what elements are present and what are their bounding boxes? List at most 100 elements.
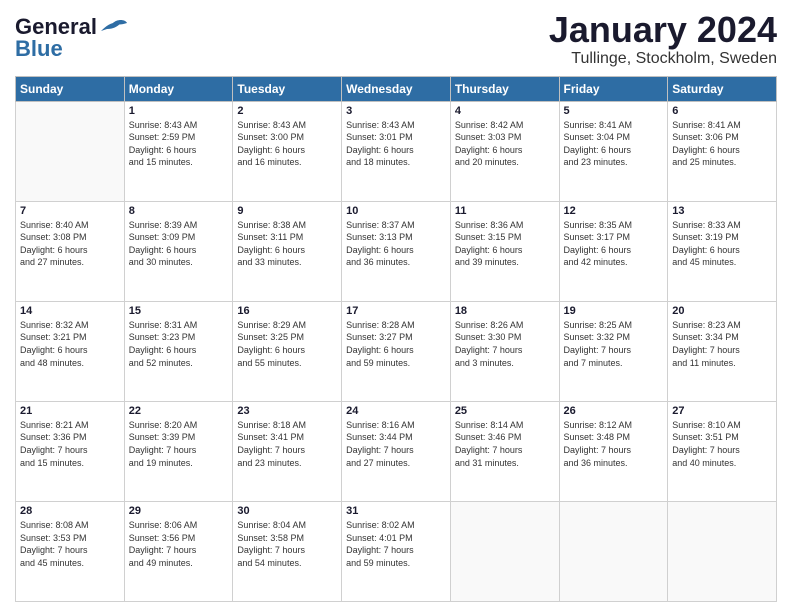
calendar-subtitle: Tullinge, Stockholm, Sweden (549, 50, 777, 68)
day-info: Sunrise: 8:38 AMSunset: 3:11 PMDaylight:… (237, 219, 337, 269)
day-number: 19 (564, 305, 664, 317)
day-info: Sunrise: 8:06 AMSunset: 3:56 PMDaylight:… (129, 519, 229, 569)
day-info: Sunrise: 8:33 AMSunset: 3:19 PMDaylight:… (672, 219, 772, 269)
table-row: 28Sunrise: 8:08 AMSunset: 3:53 PMDayligh… (16, 501, 125, 601)
table-row: 30 Sunrise: 8:04 AMSunset: 3:58 PMDayligh… (233, 501, 342, 601)
day-number: 5 (564, 105, 664, 117)
day-info: Sunrise: 8:14 AMSunset: 3:46 PMDaylight:… (455, 419, 555, 469)
day-number: 13 (672, 205, 772, 217)
header-monday: Monday (124, 76, 233, 101)
day-number: 29 (129, 505, 229, 517)
calendar-page: General Blue January 2024 Tullinge, Stoc… (0, 0, 792, 612)
day-info: Sunrise: 8:43 AMSunset: 3:00 PMDaylight:… (237, 119, 337, 169)
table-row: 4 Sunrise: 8:42 AMSunset: 3:03 PMDaylight… (450, 101, 559, 201)
table-row: 2 Sunrise: 8:43 AMSunset: 3:00 PMDaylight… (233, 101, 342, 201)
day-info: Sunrise: 8:43 AMSunset: 3:01 PMDaylight:… (346, 119, 446, 169)
day-info: Sunrise: 8:37 AMSunset: 3:13 PMDaylight:… (346, 219, 446, 269)
table-row: 6Sunrise: 8:41 AMSunset: 3:06 PMDaylight… (668, 101, 777, 201)
calendar-week-row: 21Sunrise: 8:21 AMSunset: 3:36 PMDayligh… (16, 401, 777, 501)
day-number: 9 (237, 205, 337, 217)
table-row: 18Sunrise: 8:26 AMSunset: 3:30 PMDayligh… (450, 301, 559, 401)
day-number: 1 (129, 105, 229, 117)
day-info: Sunrise: 8:28 AMSunset: 3:27 PMDaylight:… (346, 319, 446, 369)
day-number: 15 (129, 305, 229, 317)
title-block: January 2024 Tullinge, Stockholm, Sweden (549, 10, 777, 68)
table-row: 24 Sunrise: 8:16 AMSunset: 3:44 PMDayligh… (342, 401, 451, 501)
table-row: 1 Sunrise: 8:43 AMSunset: 2:59 PMDaylight… (124, 101, 233, 201)
header-tuesday: Tuesday (233, 76, 342, 101)
table-row (16, 101, 125, 201)
day-info: Sunrise: 8:10 AMSunset: 3:51 PMDaylight:… (672, 419, 772, 469)
header-thursday: Thursday (450, 76, 559, 101)
table-row: 8 Sunrise: 8:39 AMSunset: 3:09 PMDaylight… (124, 201, 233, 301)
day-number: 10 (346, 205, 446, 217)
table-row (559, 501, 668, 601)
day-number: 14 (20, 305, 120, 317)
day-number: 17 (346, 305, 446, 317)
day-number: 26 (564, 405, 664, 417)
table-row: 7 Sunrise: 8:40 AMSunset: 3:08 PMDaylight… (16, 201, 125, 301)
calendar-week-row: 7 Sunrise: 8:40 AMSunset: 3:08 PMDaylight… (16, 201, 777, 301)
day-number: 27 (672, 405, 772, 417)
table-row: 5 Sunrise: 8:41 AMSunset: 3:04 PMDaylight… (559, 101, 668, 201)
header-saturday: Saturday (668, 76, 777, 101)
header-friday: Friday (559, 76, 668, 101)
day-number: 30 (237, 505, 337, 517)
table-row: 17 Sunrise: 8:28 AMSunset: 3:27 PMDayligh… (342, 301, 451, 401)
table-row: 22Sunrise: 8:20 AMSunset: 3:39 PMDayligh… (124, 401, 233, 501)
day-info: Sunrise: 8:40 AMSunset: 3:08 PMDaylight:… (20, 219, 120, 269)
day-info: Sunrise: 8:16 AMSunset: 3:44 PMDaylight:… (346, 419, 446, 469)
day-number: 4 (455, 105, 555, 117)
table-row: 13 Sunrise: 8:33 AMSunset: 3:19 PMDayligh… (668, 201, 777, 301)
day-number: 25 (455, 405, 555, 417)
day-info: Sunrise: 8:02 AMSunset: 4:01 PMDaylight:… (346, 519, 446, 569)
table-row: 10 Sunrise: 8:37 AMSunset: 3:13 PMDayligh… (342, 201, 451, 301)
table-row: 31 Sunrise: 8:02 AMSunset: 4:01 PMDayligh… (342, 501, 451, 601)
day-info: Sunrise: 8:18 AMSunset: 3:41 PMDaylight:… (237, 419, 337, 469)
day-number: 6 (672, 105, 772, 117)
table-row: 12Sunrise: 8:35 AMSunset: 3:17 PMDayligh… (559, 201, 668, 301)
day-info: Sunrise: 8:42 AMSunset: 3:03 PMDaylight:… (455, 119, 555, 169)
day-number: 2 (237, 105, 337, 117)
calendar-table: Sunday Monday Tuesday Wednesday Thursday… (15, 76, 777, 602)
day-info: Sunrise: 8:32 AMSunset: 3:21 PMDaylight:… (20, 319, 120, 369)
table-row: 11 Sunrise: 8:36 AMSunset: 3:15 PMDayligh… (450, 201, 559, 301)
day-info: Sunrise: 8:31 AMSunset: 3:23 PMDaylight:… (129, 319, 229, 369)
table-row (450, 501, 559, 601)
day-number: 11 (455, 205, 555, 217)
day-info: Sunrise: 8:04 AMSunset: 3:58 PMDaylight:… (237, 519, 337, 569)
header-sunday: Sunday (16, 76, 125, 101)
table-row: 26Sunrise: 8:12 AMSunset: 3:48 PMDayligh… (559, 401, 668, 501)
weekday-header-row: Sunday Monday Tuesday Wednesday Thursday… (16, 76, 777, 101)
header-wednesday: Wednesday (342, 76, 451, 101)
day-number: 24 (346, 405, 446, 417)
day-info: Sunrise: 8:23 AMSunset: 3:34 PMDaylight:… (672, 319, 772, 369)
day-number: 12 (564, 205, 664, 217)
day-number: 7 (20, 205, 120, 217)
day-info: Sunrise: 8:39 AMSunset: 3:09 PMDaylight:… (129, 219, 229, 269)
logo-bird-icon (99, 17, 129, 35)
day-number: 31 (346, 505, 446, 517)
day-number: 22 (129, 405, 229, 417)
table-row (668, 501, 777, 601)
table-row: 14 Sunrise: 8:32 AMSunset: 3:21 PMDayligh… (16, 301, 125, 401)
table-row: 9 Sunrise: 8:38 AMSunset: 3:11 PMDaylight… (233, 201, 342, 301)
day-info: Sunrise: 8:43 AMSunset: 2:59 PMDaylight:… (129, 119, 229, 169)
table-row: 23Sunrise: 8:18 AMSunset: 3:41 PMDayligh… (233, 401, 342, 501)
day-number: 16 (237, 305, 337, 317)
day-number: 18 (455, 305, 555, 317)
calendar-week-row: 28Sunrise: 8:08 AMSunset: 3:53 PMDayligh… (16, 501, 777, 601)
table-row: 27 Sunrise: 8:10 AMSunset: 3:51 PMDayligh… (668, 401, 777, 501)
calendar-week-row: 14 Sunrise: 8:32 AMSunset: 3:21 PMDayligh… (16, 301, 777, 401)
logo-blue: Blue (15, 36, 63, 62)
table-row: 25 Sunrise: 8:14 AMSunset: 3:46 PMDayligh… (450, 401, 559, 501)
day-info: Sunrise: 8:41 AMSunset: 3:04 PMDaylight:… (564, 119, 664, 169)
table-row: 15 Sunrise: 8:31 AMSunset: 3:23 PMDayligh… (124, 301, 233, 401)
day-number: 28 (20, 505, 120, 517)
day-info: Sunrise: 8:25 AMSunset: 3:32 PMDaylight:… (564, 319, 664, 369)
header: General Blue January 2024 Tullinge, Stoc… (15, 10, 777, 68)
table-row: 29 Sunrise: 8:06 AMSunset: 3:56 PMDayligh… (124, 501, 233, 601)
day-number: 8 (129, 205, 229, 217)
day-number: 20 (672, 305, 772, 317)
day-info: Sunrise: 8:36 AMSunset: 3:15 PMDaylight:… (455, 219, 555, 269)
